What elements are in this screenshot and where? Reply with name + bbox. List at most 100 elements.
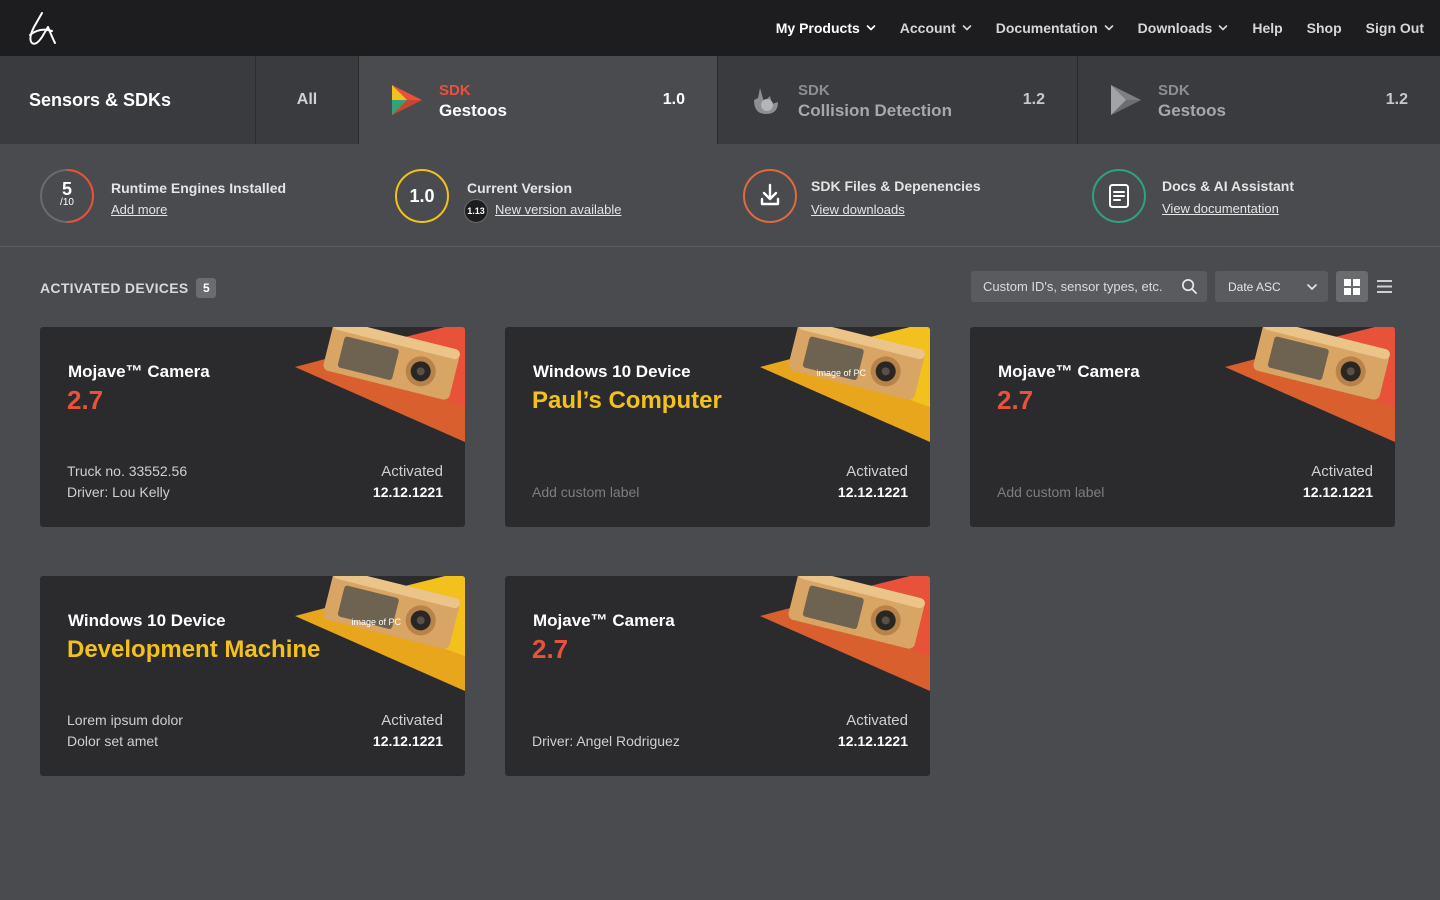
tab-version: 1.2	[1385, 91, 1408, 108]
activation-info: Activated 12.12.1221	[373, 461, 443, 503]
current-version: 1.0 Current Version 1.13 New version ava…	[394, 168, 694, 224]
device-meta-line: Dolor set amet	[67, 733, 159, 749]
download-ring-icon	[743, 169, 797, 223]
device-card[interactable]: Mojave™ Camera 2.7 Driver: Angel Rodriguez…	[505, 576, 930, 776]
device-name: 2.7	[67, 385, 104, 415]
docs-assistant: Docs & AI Assistant View documentation	[1091, 168, 1411, 224]
activation-info: Activated 12.12.1221	[373, 710, 443, 752]
device-image	[760, 327, 930, 442]
device-image	[1225, 327, 1395, 442]
device-card[interactable]: Mojave™ Camera 2.7 Truck no. 33552.56 Drive…	[40, 327, 465, 527]
activated-date: 12.12.1221	[837, 484, 908, 500]
section-title: Sensors & SDKs	[0, 56, 256, 144]
tab-kicker: SDK	[1158, 82, 1190, 99]
nav-my-products[interactable]: My Products	[776, 20, 876, 36]
nav-links: My Products Account Documentation Downloads…	[752, 0, 1424, 56]
device-meta[interactable]: Add custom label	[532, 482, 639, 503]
device-type: Windows 10 Device	[68, 611, 226, 630]
add-custom-label[interactable]: Add custom label	[532, 482, 639, 503]
add-custom-label[interactable]: Add custom label	[997, 482, 1104, 503]
activated-devices-heading: ACTIVATED DEVICES 5	[40, 278, 217, 298]
nav-account[interactable]: Account	[900, 20, 972, 36]
activated-label: Activated	[381, 463, 443, 480]
tab-sdk-collision-detection[interactable]: SDK Collision Detection 1.2	[718, 56, 1078, 144]
tab-all[interactable]: All	[256, 56, 359, 144]
chevron-down-icon	[1219, 25, 1228, 31]
add-more-link[interactable]: Add more	[111, 202, 167, 217]
device-name: 2.7	[997, 385, 1034, 415]
device-card[interactable]: image of PC Windows 10 Device Development …	[40, 576, 465, 776]
activated-label: Activated	[381, 712, 443, 729]
nav-sign-out[interactable]: Sign Out	[1366, 20, 1424, 36]
sdk-info-strip: 5 /10 Runtime Engines Installed Add more…	[0, 144, 1440, 247]
activated-label: Activated	[846, 463, 908, 480]
view-downloads-link[interactable]: View downloads	[811, 202, 905, 217]
tab-kicker: SDK	[798, 82, 830, 99]
device-meta-line: Lorem ipsum dolor	[67, 712, 183, 728]
device-count-badge: 5	[196, 278, 217, 298]
tab-name: Gestoos	[439, 101, 508, 120]
device-image	[760, 576, 930, 691]
device-type: Mojave™ Camera	[533, 611, 675, 630]
chevron-down-icon	[866, 25, 876, 31]
version-value: 1.0	[409, 185, 435, 206]
activated-date: 12.12.1221	[372, 484, 443, 500]
tab-version: 1.0	[662, 91, 685, 108]
nav-help[interactable]: Help	[1252, 20, 1282, 36]
version-title: Current Version	[467, 180, 573, 196]
activation-info: Activated 12.12.1221	[838, 710, 908, 752]
files-title: SDK Files & Depenencies	[811, 178, 981, 194]
gestoos-logo-icon	[392, 85, 422, 115]
device-meta-line: Driver: Lou Kelly	[67, 484, 170, 500]
device-card[interactable]: image of PC Windows 10 Device Paul’s Compu…	[505, 327, 930, 527]
device-image	[295, 327, 465, 442]
image-alt-text: image of PC	[351, 617, 401, 627]
sdk-files: SDK Files & Depenencies View downloads	[742, 168, 1042, 224]
nav-label: Sign Out	[1365, 20, 1424, 36]
activated-label: Activated	[846, 712, 908, 729]
tab-sdk-gestoos-1-0[interactable]: SDK Gestoos 1.0	[359, 56, 718, 144]
chevron-down-icon	[1104, 25, 1113, 31]
device-meta: Truck no. 33552.56 Driver: Lou Kelly	[67, 461, 187, 503]
runtime-engines: 5 /10 Runtime Engines Installed Add more	[39, 168, 339, 224]
grid-icon	[1344, 279, 1360, 295]
activated-devices-label: ACTIVATED DEVICES	[40, 280, 189, 296]
list-view-button[interactable]	[1368, 271, 1400, 302]
activation-info: Activated 12.12.1221	[838, 461, 908, 503]
docs-title: Docs & AI Assistant	[1162, 178, 1294, 194]
tab-sdk-gestoos-1-2[interactable]: SDK Gestoos 1.2	[1078, 56, 1440, 144]
collision-logo-icon	[754, 88, 778, 114]
new-version-link[interactable]: New version available	[495, 202, 621, 217]
grid-view-button[interactable]	[1336, 271, 1368, 302]
search-icon[interactable]	[1181, 278, 1198, 295]
activation-info: Activated 12.12.1221	[1303, 461, 1373, 503]
activated-date: 12.12.1221	[1302, 484, 1373, 500]
activated-date: 12.12.1221	[372, 733, 443, 749]
device-meta-line: Driver: Angel Rodriguez	[532, 733, 680, 749]
tab-version: 1.2	[1022, 91, 1045, 108]
device-card[interactable]: Mojave™ Camera 2.7 Add custom label Activat…	[970, 327, 1395, 527]
engines-title: Runtime Engines Installed	[111, 180, 287, 196]
device-meta[interactable]: Add custom label	[997, 482, 1104, 503]
search-input[interactable]	[971, 271, 1177, 302]
nav-label: Account	[899, 20, 956, 36]
device-image	[295, 576, 465, 691]
view-documentation-link[interactable]: View documentation	[1162, 201, 1279, 216]
device-meta: Lorem ipsum dolor Dolor set amet	[67, 710, 183, 752]
device-type: Windows 10 Device	[533, 362, 691, 381]
nav-label: My Products	[775, 20, 860, 36]
nav-documentation[interactable]: Documentation	[996, 20, 1114, 36]
engines-count: 5 /10	[39, 168, 95, 224]
image-alt-text: image of PC	[816, 368, 866, 378]
product-tabs: Sensors & SDKs All SDK Gestoos 1.0 SDK C…	[0, 56, 1440, 144]
nav-downloads[interactable]: Downloads	[1138, 20, 1229, 36]
device-name: Development Machine	[67, 636, 321, 663]
logo-icon[interactable]	[22, 11, 58, 47]
sort-label: Date ASC	[1228, 280, 1281, 294]
tab-name: Gestoos	[1158, 101, 1227, 120]
nav-shop[interactable]: Shop	[1307, 20, 1342, 36]
device-meta-line: Truck no. 33552.56	[67, 463, 188, 479]
sort-dropdown[interactable]: Date ASC	[1215, 271, 1328, 302]
new-version-badge: 1.13	[464, 199, 488, 223]
gestoos-logo-icon	[1111, 85, 1141, 115]
